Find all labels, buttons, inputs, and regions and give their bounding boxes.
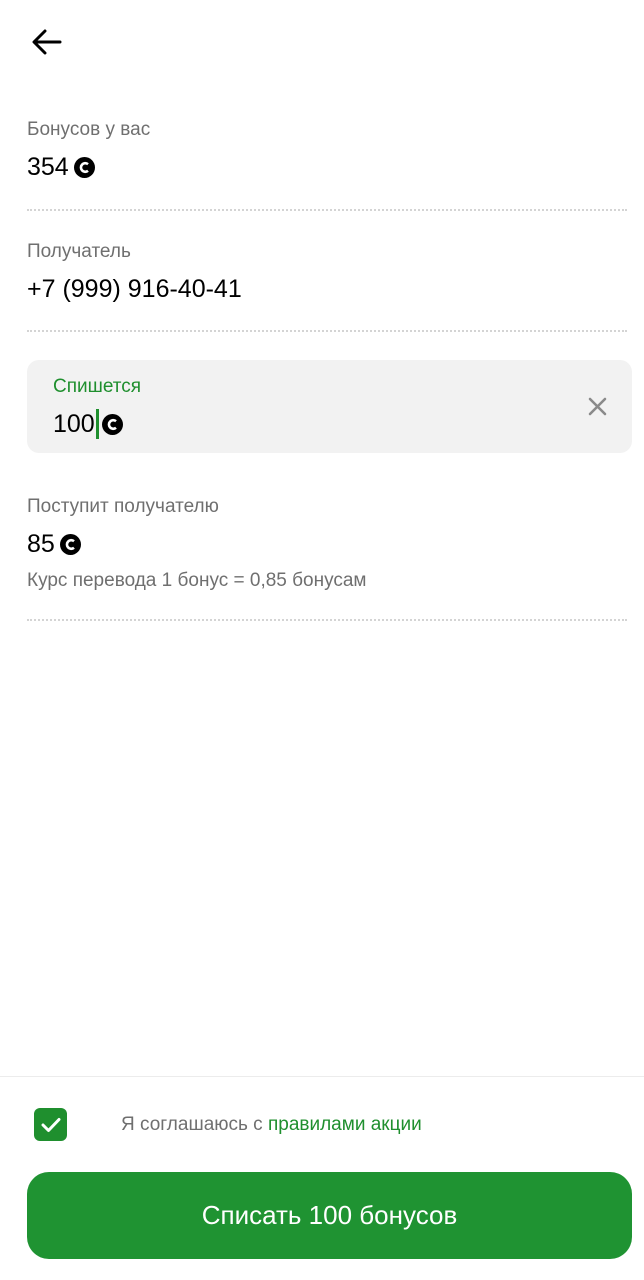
close-icon <box>588 397 606 415</box>
arrow-left-icon <box>32 29 62 55</box>
bottom-panel-divider <box>0 1076 644 1077</box>
recipient-value: +7 (999) 916-40-41 <box>27 275 242 303</box>
debit-value-row[interactable]: 100 <box>53 409 123 439</box>
promo-rules-link[interactable]: правилами акции <box>268 1114 422 1135</box>
recipient-field: Получатель +7 (999) 916-40-41 <box>27 240 627 304</box>
agreement-label: Я соглашаюсь с <box>121 1114 268 1135</box>
clear-input-button[interactable] <box>582 391 612 421</box>
bonus-coin-icon <box>73 156 95 178</box>
checkmark-icon <box>41 1117 60 1132</box>
bonus-coin-icon <box>59 533 81 555</box>
divider <box>27 619 627 621</box>
receive-label: Поступит получателю <box>27 496 219 517</box>
bonus-coin-icon <box>101 413 123 435</box>
receive-value: 85 <box>27 530 55 558</box>
balance-value: 354 <box>27 153 69 181</box>
agreement-checkbox[interactable] <box>34 1108 67 1141</box>
receive-field: Поступит получателю 85 Курс перевода 1 б… <box>27 495 627 593</box>
debit-amount-input[interactable]: Спишется 100 <box>27 360 632 453</box>
divider <box>27 209 627 211</box>
recipient-label: Получатель <box>27 241 131 262</box>
submit-button[interactable]: Списать 100 бонусов <box>27 1172 632 1259</box>
back-button[interactable] <box>22 20 72 64</box>
balance-label: Бонусов у вас <box>27 119 151 140</box>
divider <box>27 330 627 332</box>
exchange-rate-text: Курс перевода 1 бонус = 0,85 бонусам <box>27 570 367 591</box>
debit-value: 100 <box>53 410 95 438</box>
receive-value-row: 85 <box>27 529 627 559</box>
balance-field: Бонусов у вас 354 <box>27 118 627 182</box>
debit-label: Спишется <box>53 376 142 397</box>
text-caret <box>95 409 99 439</box>
agreement-text: Я соглашаюсь с правилами акции <box>121 1112 422 1138</box>
balance-value-row: 354 <box>27 152 627 182</box>
